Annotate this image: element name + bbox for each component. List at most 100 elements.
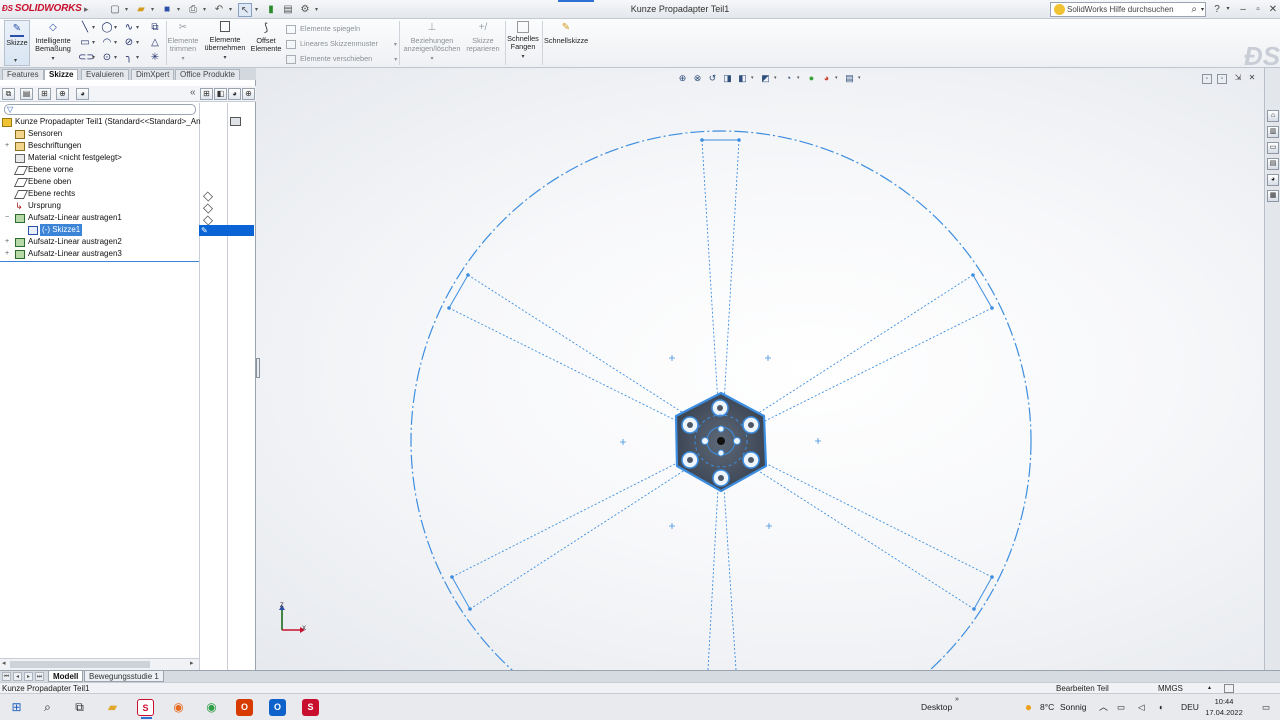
- tree-rollback-bar[interactable]: [0, 261, 199, 262]
- tree-item-aufsatz3[interactable]: + Aufsatz-Linear austragen3: [0, 248, 199, 260]
- plane-hidden-icon[interactable]: [202, 191, 214, 202]
- prev-tab-icon[interactable]: ◂: [13, 672, 22, 681]
- select-dropdown-icon[interactable]: ▾: [255, 6, 261, 13]
- solidworks-taskbar-icon[interactable]: S: [137, 699, 154, 719]
- network-icon[interactable]: ▭: [1117, 694, 1125, 720]
- relations-dropdown-icon[interactable]: ▾: [402, 55, 462, 63]
- skizze-button[interactable]: ✎ Skizze ▾: [4, 20, 30, 66]
- decal-icon[interactable]: ⊕: [242, 88, 255, 100]
- view-palette-icon[interactable]: ▤: [1267, 158, 1279, 170]
- mirror-entities-button[interactable]: Elemente spiegeln: [286, 23, 360, 35]
- collapse-panel-icon[interactable]: «: [190, 87, 196, 98]
- office-icon[interactable]: O: [236, 699, 253, 716]
- firefox-icon[interactable]: ◉: [170, 699, 187, 716]
- save-dropdown-icon[interactable]: ▾: [177, 6, 183, 13]
- options-icon[interactable]: ⚙: [298, 3, 312, 17]
- next-tab-icon[interactable]: ▸: [24, 672, 33, 681]
- scroll-left-icon[interactable]: ◂: [2, 659, 6, 667]
- display-manager-icon[interactable]: ◕: [76, 88, 89, 100]
- tree-item-aufsatz2[interactable]: + Aufsatz-Linear austragen2: [0, 236, 199, 248]
- tab-bewegungsstudie[interactable]: Bewegungsstudie 1: [84, 671, 164, 682]
- tree-item-skizze1[interactable]: (-) Skizze1: [0, 224, 199, 236]
- spline-icon[interactable]: ∿: [122, 22, 136, 34]
- rectangle-dropdown-icon[interactable]: ▾: [92, 38, 98, 48]
- appearances-icon[interactable]: ◕: [1267, 174, 1279, 186]
- expand-icon[interactable]: +: [3, 236, 11, 248]
- minimize-icon[interactable]: –: [1236, 2, 1250, 17]
- solidworks-logo[interactable]: ƉS SOLIDWORKS: [2, 3, 86, 16]
- scroll-right-icon[interactable]: ▸: [190, 659, 194, 667]
- tree-item-sensoren[interactable]: Sensoren: [0, 128, 199, 140]
- circle-dropdown-icon[interactable]: ▾: [114, 23, 120, 33]
- snaps-dropdown-icon[interactable]: ▾: [506, 53, 540, 61]
- tree-item-ebene-oben[interactable]: Ebene oben: [0, 176, 199, 188]
- new-dropdown-icon[interactable]: ▾: [125, 6, 131, 13]
- toolbar-expand-icon[interactable]: »: [955, 694, 959, 720]
- close-icon[interactable]: ✕: [1266, 2, 1280, 17]
- fillet-icon[interactable]: ╮: [122, 52, 136, 64]
- volume-icon[interactable]: ◁: [1138, 694, 1145, 720]
- expand-icon[interactable]: +: [3, 248, 11, 260]
- arc-icon[interactable]: ◠: [100, 37, 114, 49]
- windows-start-icon[interactable]: ⊞: [8, 699, 25, 716]
- search-dropdown-icon[interactable]: ▾: [1201, 4, 1204, 17]
- polygon-icon[interactable]: △: [148, 37, 162, 49]
- first-tab-icon[interactable]: ⏮: [2, 672, 11, 681]
- help-search-input[interactable]: SolidWorks Hilfe durchsuchen ⌕ ▾: [1050, 2, 1206, 17]
- tab-features[interactable]: Features: [2, 69, 44, 80]
- hub-hexagon[interactable]: [674, 391, 768, 493]
- print-dropdown-icon[interactable]: ▾: [203, 6, 209, 13]
- select-cursor-icon[interactable]: ↖: [238, 2, 252, 17]
- notification-icon[interactable]: ▭: [1262, 694, 1270, 720]
- tree-item-ursprung[interactable]: ↳ Ursprung: [0, 200, 199, 212]
- outlook-icon[interactable]: O: [269, 699, 286, 716]
- tree-item-material[interactable]: Material <nicht festgelegt>: [0, 152, 199, 164]
- tree-item-ebene-rechts[interactable]: Ebene rechts: [0, 188, 199, 200]
- options-dropdown-icon[interactable]: ▾: [315, 6, 321, 13]
- open-folder-icon[interactable]: ▰: [134, 3, 148, 17]
- convert-dropdown-icon[interactable]: ▾: [203, 54, 247, 62]
- skizze-dropdown-icon[interactable]: ▾: [14, 57, 17, 64]
- offset-entities-button[interactable]: ⟆ Offset Elemente: [250, 21, 282, 53]
- quick-snaps-button[interactable]: Schnelles Fangen ▾: [506, 21, 540, 61]
- tree-item-aufsatz1[interactable]: − Aufsatz-Linear austragen1: [0, 212, 199, 224]
- smart-dimension-button[interactable]: ◇ Intelligente Bemaßung ▾: [33, 21, 73, 63]
- text-icon[interactable]: ⧉: [148, 22, 162, 34]
- slot-icon[interactable]: ⊂⊃: [78, 52, 95, 64]
- language-indicator[interactable]: DEU: [1181, 694, 1199, 720]
- weather-sun-icon[interactable]: ●: [1020, 699, 1037, 716]
- rapid-sketch-button[interactable]: ✎ Schnellskizze: [544, 21, 588, 45]
- tree-filter-input[interactable]: ▽: [4, 104, 196, 115]
- help-dropdown-icon[interactable]: ▾: [1224, 2, 1232, 17]
- rebuild-icon[interactable]: ▮: [264, 3, 278, 17]
- slot-dropdown-icon[interactable]: ▾: [92, 53, 98, 63]
- appearance-icon[interactable]: ◕: [228, 88, 241, 100]
- weather-temp[interactable]: 8°C: [1040, 694, 1054, 720]
- menu-expand-arrow[interactable]: ▸: [84, 2, 90, 16]
- tab-evaluieren[interactable]: Evaluieren: [81, 69, 129, 80]
- new-document-icon[interactable]: ▢: [108, 3, 122, 17]
- scrollbar-thumb[interactable]: [10, 661, 150, 668]
- tree-horizontal-scrollbar[interactable]: ◂ ▸: [0, 658, 199, 670]
- tab-dimxpert[interactable]: DimXpert: [131, 69, 175, 80]
- tray-overflow-icon[interactable]: ︿: [1099, 694, 1108, 720]
- solidworks-launcher-icon[interactable]: S: [302, 699, 319, 716]
- line-dropdown-icon[interactable]: ▾: [92, 23, 98, 33]
- display-relations-button[interactable]: ⊥ Beziehungen anzeigen/löschen ▾: [402, 21, 462, 63]
- dimxpert-manager-icon[interactable]: ⊕: [56, 88, 69, 100]
- tree-item-beschriftungen[interactable]: + Beschriftungen: [0, 140, 199, 152]
- file-properties-icon[interactable]: ▤: [281, 3, 295, 17]
- linear-pattern-button[interactable]: Lineares Skizzenmuster ▾: [286, 38, 397, 50]
- custom-properties-icon[interactable]: ▦: [1267, 190, 1279, 202]
- feature-manager-icon[interactable]: ⧉: [2, 88, 15, 100]
- move-entities-button[interactable]: Elemente verschieben ▾: [286, 53, 397, 65]
- arc-dropdown-icon[interactable]: ▾: [114, 38, 120, 48]
- open-dropdown-icon[interactable]: ▾: [151, 6, 157, 13]
- plane-hidden-icon[interactable]: [202, 203, 214, 214]
- ellipse-dropdown-icon[interactable]: ▾: [136, 38, 142, 48]
- smart-dimension-dropdown-icon[interactable]: ▾: [33, 55, 73, 63]
- undo-icon[interactable]: ↶: [212, 3, 226, 17]
- tab-office-produkte[interactable]: Office Produkte: [175, 69, 240, 80]
- point-icon[interactable]: ⊙: [100, 52, 114, 64]
- sketch-geometry[interactable]: [256, 68, 1264, 670]
